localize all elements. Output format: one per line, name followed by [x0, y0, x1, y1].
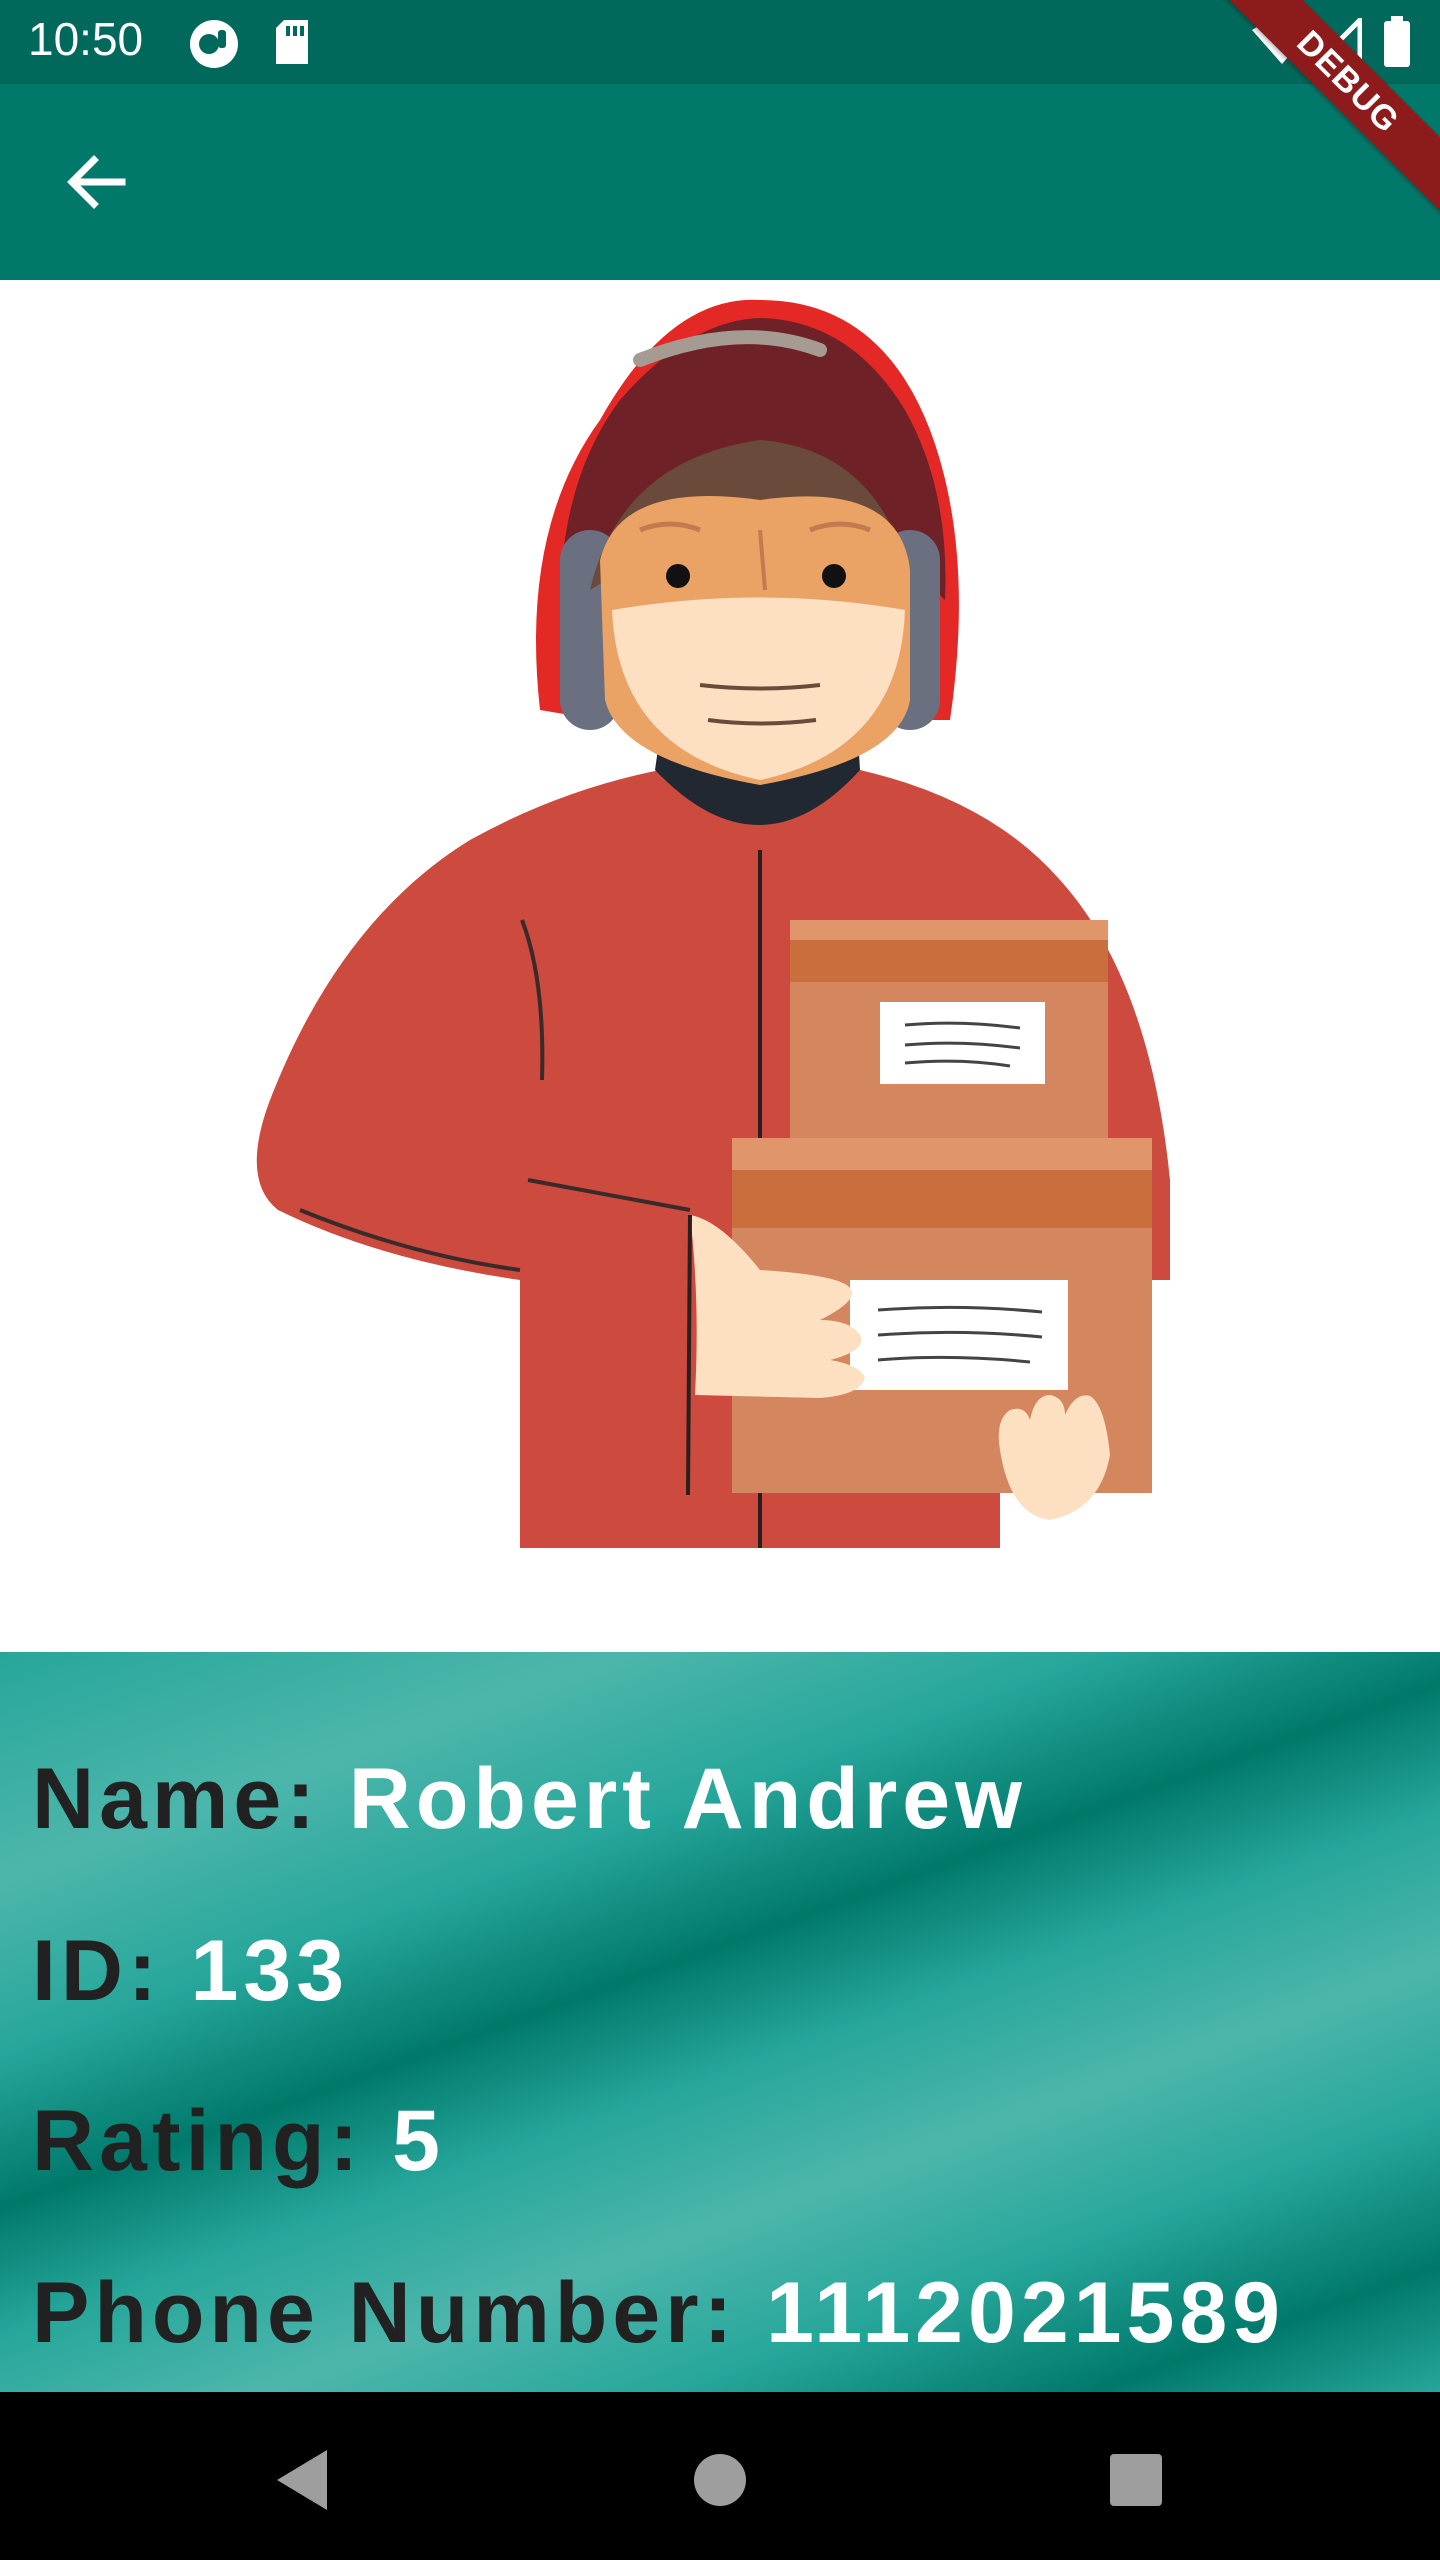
info-row-phone: Phone Number: 1112021589 [32, 2264, 1285, 2363]
name-value: Robert Andrew [348, 1751, 1027, 1847]
app-bar [0, 84, 1440, 280]
wifi-icon [1252, 20, 1312, 64]
battery-icon [1384, 16, 1410, 67]
info-row-id: ID: 133 [32, 1922, 349, 2021]
phone-value: 1112021589 [766, 2265, 1285, 2361]
phone-label: Phone Number: [32, 2265, 738, 2361]
info-row-name: Name: Robert Andrew [32, 1750, 1027, 1849]
courier-info-panel: Name: Robert Andrew ID: 133 Rating: 5 Ph… [0, 1652, 1440, 2392]
sd-card-icon [276, 20, 308, 64]
status-bar: 10:50 [0, 0, 1440, 84]
id-label: ID: [32, 1923, 162, 2019]
name-label: Name: [32, 1751, 320, 1847]
system-nav-bar [0, 2392, 1440, 2560]
recents-square-icon[interactable] [1090, 2432, 1180, 2522]
back-button[interactable] [44, 130, 148, 234]
delivery-courier-illustration [256, 299, 1170, 1548]
courier-image [0, 280, 1440, 1652]
notification-icon [190, 20, 238, 68]
info-row-rating: Rating: 5 [32, 2092, 445, 2191]
rating-value: 5 [392, 2093, 445, 2189]
home-circle-icon[interactable] [675, 2432, 765, 2522]
status-time: 10:50 [28, 13, 144, 65]
arrow-back-icon [67, 155, 126, 209]
rating-label: Rating: [32, 2093, 364, 2189]
signal-icon [1314, 18, 1362, 66]
id-value: 133 [190, 1923, 350, 2019]
back-triangle-icon[interactable] [255, 2432, 345, 2522]
